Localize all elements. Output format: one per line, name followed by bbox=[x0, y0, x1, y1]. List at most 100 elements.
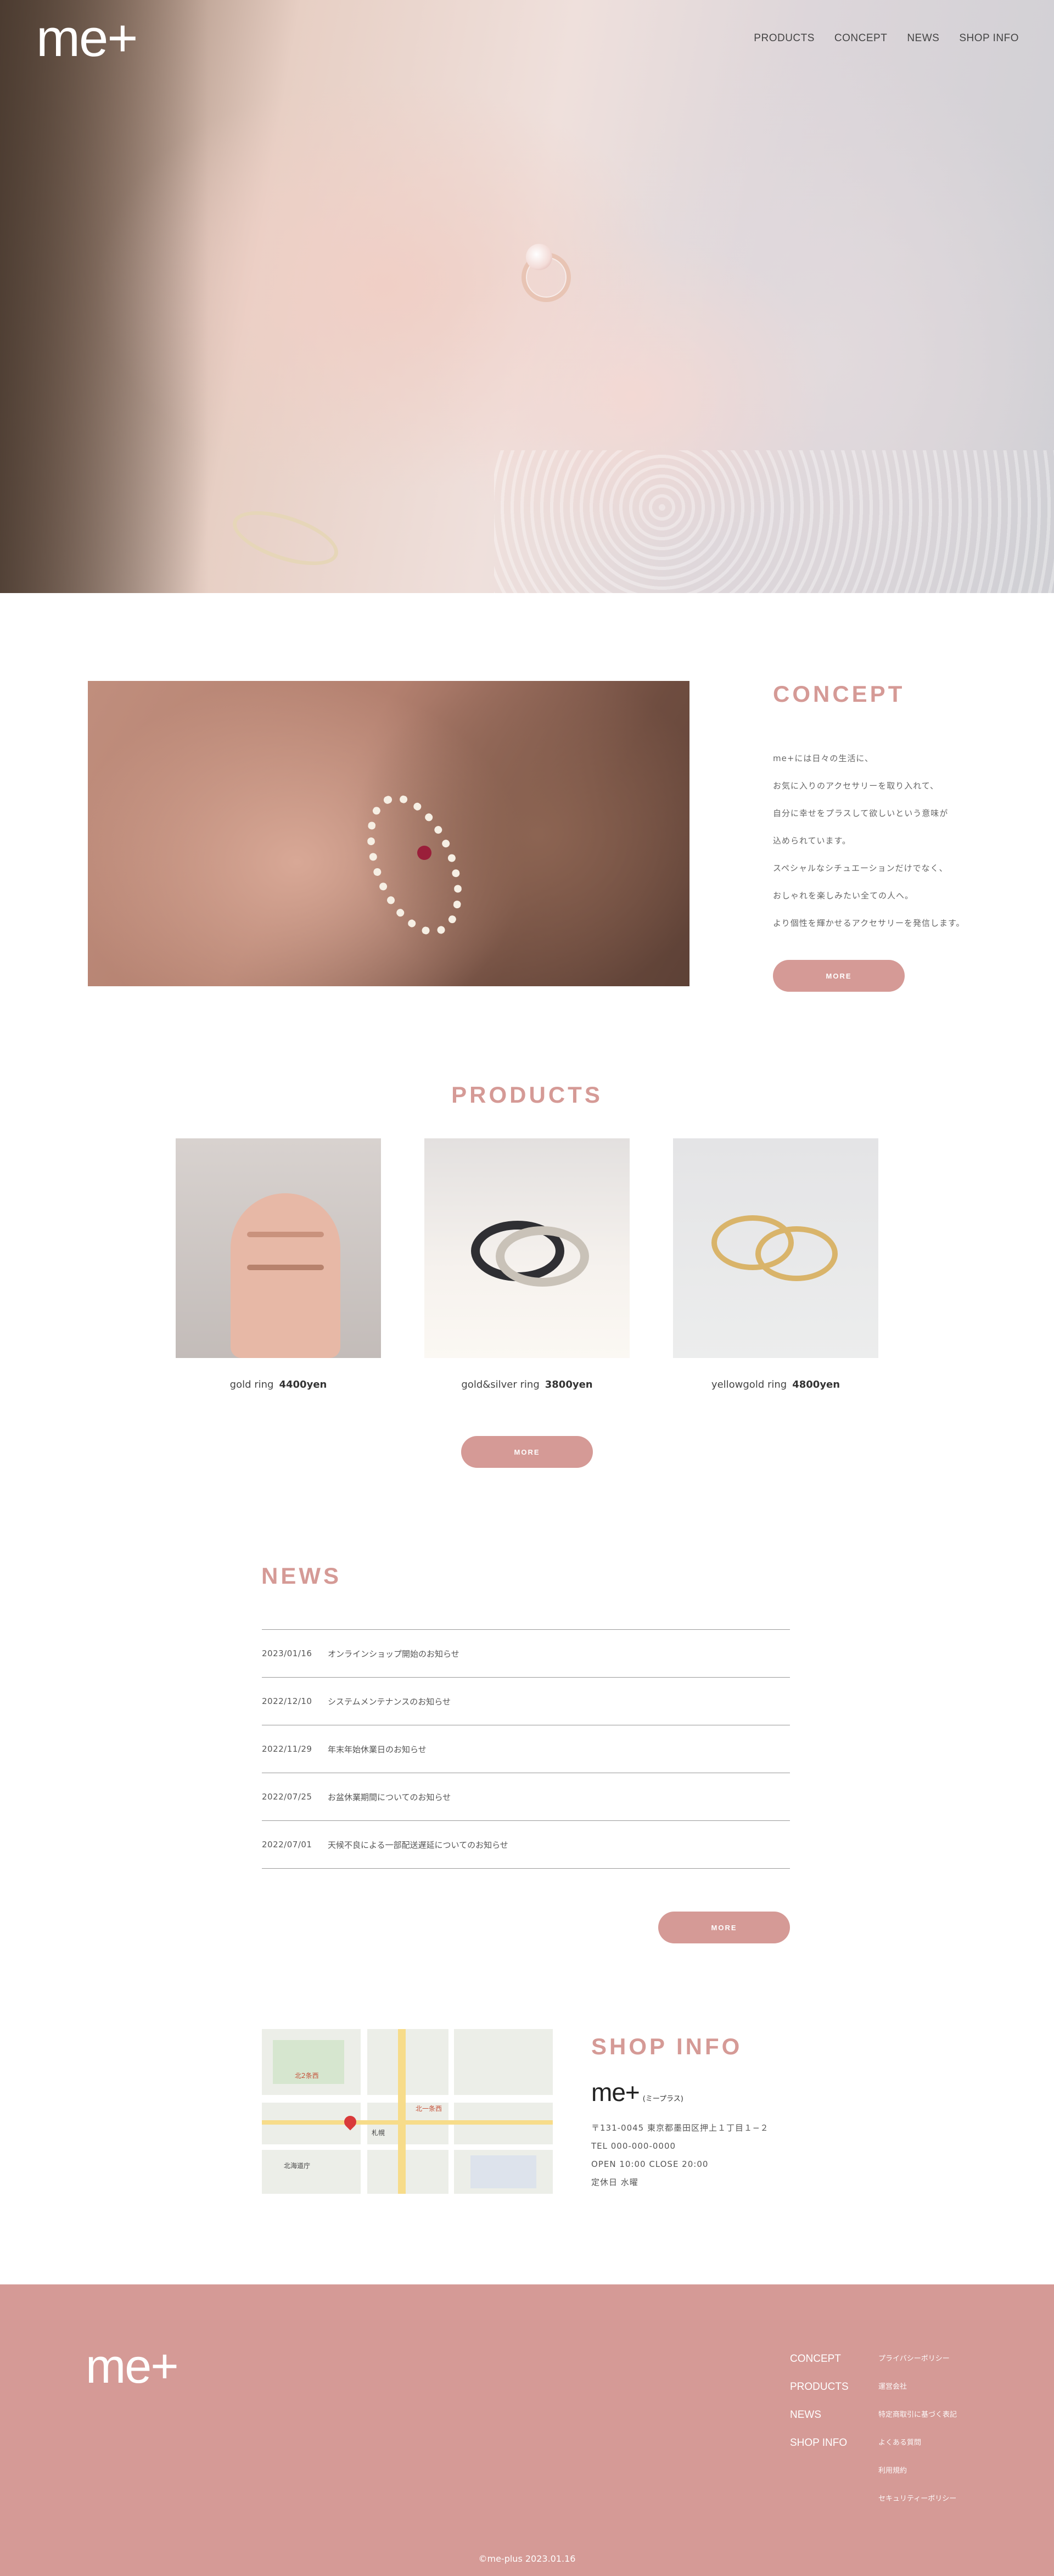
footer-link-terms[interactable]: 利用規約 bbox=[878, 2457, 957, 2485]
footer-nav-shop-info[interactable]: SHOP INFO bbox=[790, 2429, 849, 2457]
product-name: gold ring bbox=[229, 1379, 274, 1390]
nav-products[interactable]: PRODUCTS bbox=[754, 32, 815, 44]
site-footer: me+ CONCEPT PRODUCTS NEWS SHOP INFO プライバ… bbox=[0, 2284, 1054, 2576]
footer-nav-news[interactable]: NEWS bbox=[790, 2401, 849, 2429]
footer-link-security[interactable]: セキュリティーポリシー bbox=[878, 2485, 957, 2513]
news-text: お盆休業期間についてのお知らせ bbox=[328, 1792, 451, 1802]
news-date: 2022/07/25 bbox=[262, 1792, 312, 1802]
shop-closed-day: 定休日 水曜 bbox=[591, 2177, 638, 2187]
product-name: gold&silver ring bbox=[461, 1379, 540, 1390]
products-more-button[interactable]: MORE bbox=[461, 1436, 593, 1468]
footer-logo[interactable]: me+ bbox=[86, 2338, 179, 2394]
concept-line: スペシャルなシチュエーションだけでなく、 bbox=[773, 863, 948, 873]
concept-section: CONCEPT me+には日々の生活に、 お気に入りのアクセサリーを取り入れて、… bbox=[0, 593, 1054, 1016]
map-area bbox=[470, 2155, 536, 2188]
news-text: 天候不良による一部配送遅延についてのお知らせ bbox=[328, 1840, 508, 1850]
concept-ring-gem bbox=[417, 846, 431, 860]
footer-nav-products[interactable]: PRODUCTS bbox=[790, 2373, 849, 2401]
news-item[interactable]: 2022/12/10 システムメンテナンスのお知らせ bbox=[262, 1678, 790, 1725]
nav-news[interactable]: NEWS bbox=[907, 32, 939, 44]
product-card[interactable]: gold&silver ring 3800yen bbox=[424, 1138, 630, 1390]
concept-line: 込められています。 bbox=[773, 836, 851, 846]
map-label: 北2条西 bbox=[295, 2072, 319, 2080]
news-item[interactable]: 2022/07/01 天候不良による一部配送遅延についてのお知らせ bbox=[262, 1821, 790, 1869]
product-ring-silver bbox=[496, 1226, 589, 1287]
products-title: PRODUCTS bbox=[451, 1082, 603, 1108]
news-date: 2022/12/10 bbox=[262, 1696, 312, 1706]
product-name: yellowgold ring bbox=[711, 1379, 787, 1390]
shop-details: 〒131-0045 東京都墨田区押上１丁目１−２ TEL 000-000-000… bbox=[591, 2119, 769, 2192]
map-main-road bbox=[262, 2120, 553, 2125]
concept-more-button[interactable]: MORE bbox=[773, 960, 905, 992]
footer-link-privacy[interactable]: プライバシーポリシー bbox=[878, 2345, 957, 2373]
news-title: NEWS bbox=[261, 1563, 341, 1589]
product-price: 4400yen bbox=[279, 1379, 327, 1390]
product-card[interactable]: yellowgold ring 4800yen bbox=[673, 1138, 878, 1390]
shop-map[interactable]: 北2条西 北一条西 札幌 北海道庁 bbox=[262, 2029, 553, 2194]
hero-bangle bbox=[226, 500, 345, 576]
news-item[interactable]: 2022/07/25 お盆休業期間についてのお知らせ bbox=[262, 1773, 790, 1821]
copyright: ©me-plus 2023.01.16 bbox=[478, 2553, 576, 2564]
product-card[interactable]: gold ring 4400yen bbox=[176, 1138, 381, 1390]
footer-nav: CONCEPT PRODUCTS NEWS SHOP INFO bbox=[790, 2345, 849, 2457]
product-caption: gold ring 4400yen bbox=[176, 1379, 381, 1390]
product-price: 3800yen bbox=[545, 1379, 593, 1390]
product-hand bbox=[231, 1193, 340, 1358]
hero-image: me+ PRODUCTS CONCEPT NEWS SHOP INFO bbox=[0, 0, 1054, 593]
concept-pearl-ring bbox=[348, 780, 481, 949]
footer-link-company[interactable]: 運営会社 bbox=[878, 2373, 957, 2401]
news-text: システムメンテナンスのお知らせ bbox=[328, 1696, 451, 1707]
product-caption: yellowgold ring 4800yen bbox=[673, 1379, 878, 1390]
nav-concept[interactable]: CONCEPT bbox=[834, 32, 887, 44]
product-caption: gold&silver ring 3800yen bbox=[424, 1379, 630, 1390]
footer-link-faq[interactable]: よくある質問 bbox=[878, 2429, 957, 2457]
concept-line: おしゃれを楽しみたい全ての人へ。 bbox=[773, 891, 914, 901]
shop-name-reading: (ミープラス) bbox=[642, 2095, 683, 2103]
footer-links: プライバシーポリシー 運営会社 特定商取引に基づく表記 よくある質問 利用規約 … bbox=[878, 2345, 957, 2513]
map-road bbox=[262, 2144, 553, 2150]
footer-link-commerce-law[interactable]: 特定商取引に基づく表記 bbox=[878, 2401, 957, 2429]
hero-hair-shadow bbox=[0, 0, 209, 593]
concept-photo bbox=[88, 681, 689, 986]
concept-title: CONCEPT bbox=[773, 681, 905, 707]
concept-line: me+には日々の生活に、 bbox=[773, 753, 873, 763]
news-item[interactable]: 2022/11/29 年末年始休業日のお知らせ bbox=[262, 1725, 790, 1773]
news-text: オンラインショップ開始のお知らせ bbox=[328, 1649, 459, 1659]
product-image-gold-silver-ring[interactable] bbox=[424, 1138, 630, 1358]
map-road bbox=[361, 2029, 367, 2194]
product-image-gold-ring[interactable] bbox=[176, 1138, 381, 1358]
concept-line: お気に入りのアクセサリーを取り入れて、 bbox=[773, 781, 939, 791]
concept-line: より個性を輝かせるアクセサリーを発信します。 bbox=[773, 918, 965, 928]
map-road bbox=[262, 2095, 553, 2103]
products-section: PRODUCTS bbox=[0, 1082, 1054, 1115]
shop-name: me+ (ミープラス) bbox=[591, 2077, 769, 2107]
product-ring-band bbox=[247, 1232, 324, 1237]
shop-address: 〒131-0045 東京都墨田区押上１丁目１−２ bbox=[591, 2123, 769, 2133]
product-image-yellowgold-ring[interactable] bbox=[673, 1138, 878, 1358]
hero-lace-texture bbox=[494, 450, 1054, 593]
footer-nav-concept[interactable]: CONCEPT bbox=[790, 2345, 849, 2373]
news-item[interactable]: 2023/01/16 オンラインショップ開始のお知らせ bbox=[262, 1630, 790, 1678]
nav-shop-info[interactable]: SHOP INFO bbox=[959, 32, 1019, 44]
site-header: me+ PRODUCTS CONCEPT NEWS SHOP INFO bbox=[0, 0, 1054, 77]
product-price: 4800yen bbox=[792, 1379, 840, 1390]
news-more-button[interactable]: MORE bbox=[658, 1912, 790, 1943]
shop-info-title: SHOP INFO bbox=[591, 2033, 743, 2059]
map-road bbox=[448, 2029, 454, 2194]
shop-name-logo: me+ bbox=[591, 2078, 640, 2106]
shop-hours: OPEN 10:00 CLOSE 20:00 bbox=[591, 2159, 709, 2169]
map-label: 北一条西 bbox=[416, 2105, 442, 2113]
shop-info-block: SHOP INFO me+ (ミープラス) 〒131-0045 東京都墨田区押上… bbox=[591, 2033, 769, 2192]
site-logo[interactable]: me+ bbox=[36, 12, 138, 65]
product-ring-gold bbox=[755, 1226, 838, 1281]
map-label: 北海道庁 bbox=[284, 2162, 311, 2170]
hero-ring-gem bbox=[526, 244, 552, 270]
news-text: 年末年始休業日のお知らせ bbox=[328, 1744, 427, 1754]
concept-line: 自分に幸せをプラスして欲しいという意味が bbox=[773, 808, 949, 818]
news-date: 2022/07/01 bbox=[262, 1840, 312, 1849]
product-ring-band bbox=[247, 1265, 324, 1270]
shop-tel: TEL 000-000-0000 bbox=[591, 2141, 676, 2151]
map-label: 札幌 bbox=[372, 2129, 385, 2137]
main-nav: PRODUCTS CONCEPT NEWS SHOP INFO bbox=[754, 32, 1019, 44]
concept-description: me+には日々の生活に、 お気に入りのアクセサリーを取り入れて、 自分に幸せをプ… bbox=[773, 745, 1003, 937]
